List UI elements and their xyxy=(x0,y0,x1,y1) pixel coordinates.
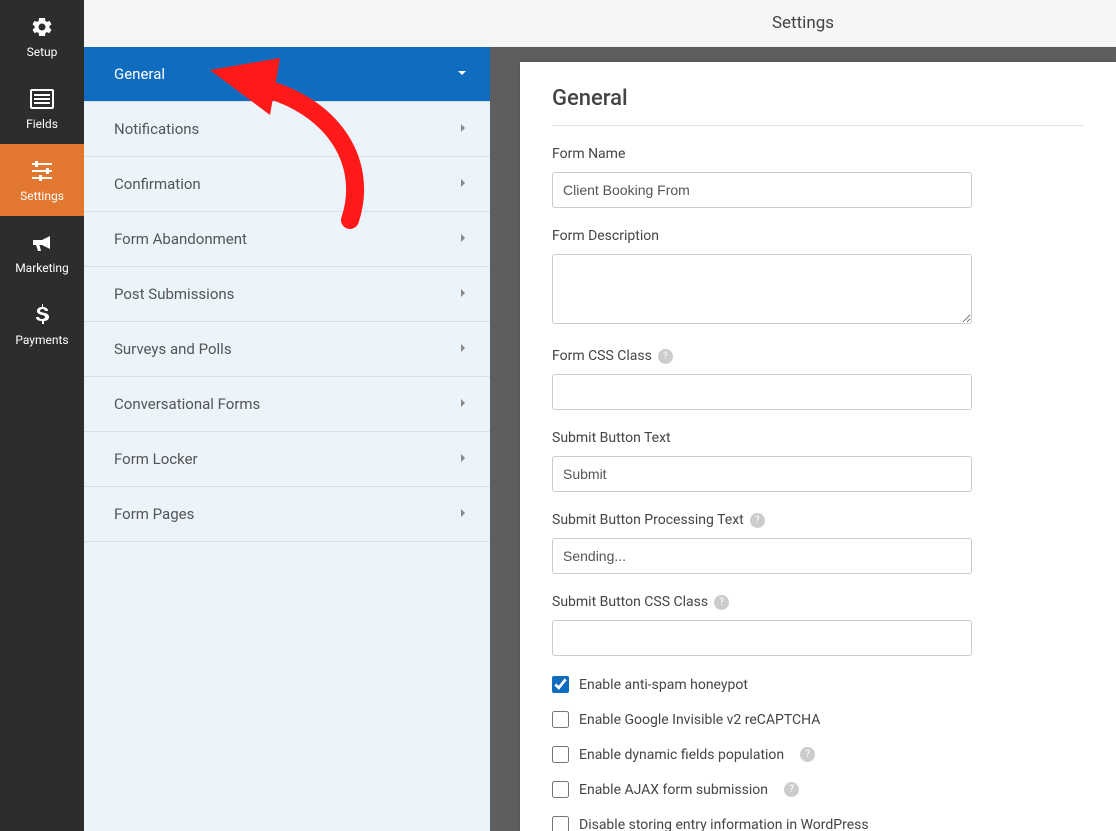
chevron-right-icon xyxy=(458,175,468,193)
check-anti-spam: Enable anti-spam honeypot xyxy=(552,676,1084,693)
check-recaptcha: Enable Google Invisible v2 reCAPTCHA xyxy=(552,711,1084,728)
check-label: Enable dynamic fields population xyxy=(579,747,784,763)
check-dynamic-fields-checkbox[interactable] xyxy=(552,746,569,763)
right-body: General Form Name Form Description Form … xyxy=(490,47,1116,831)
help-icon[interactable]: ? xyxy=(800,747,815,762)
panel-title: General xyxy=(552,86,1084,126)
header: Settings xyxy=(490,0,1116,47)
submit-button-processing-input[interactable] xyxy=(552,538,972,574)
general-panel: General Form Name Form Description Form … xyxy=(520,62,1116,831)
submit-button-text-group: Submit Button Text xyxy=(552,430,1084,492)
chevron-down-icon xyxy=(456,65,468,83)
iconbar-label: Payments xyxy=(15,333,68,347)
settings-item-notifications[interactable]: Notifications xyxy=(84,102,490,157)
settings-item-label: Confirmation xyxy=(114,175,201,193)
submit-button-processing-label: Submit Button Processing Text? xyxy=(552,512,1084,528)
sliders-icon xyxy=(30,157,54,185)
iconbar-setup[interactable]: Setup xyxy=(0,0,84,72)
form-name-group: Form Name xyxy=(552,146,1084,208)
form-css-class-group: Form CSS Class? xyxy=(552,348,1084,410)
chevron-right-icon xyxy=(458,340,468,358)
settings-item-confirmation[interactable]: Confirmation xyxy=(84,157,490,212)
submit-button-css-group: Submit Button CSS Class? xyxy=(552,594,1084,656)
check-disable-storing-checkbox[interactable] xyxy=(552,816,569,831)
app-root: Setup Fields Settings Marketing Payments xyxy=(0,0,1116,831)
check-anti-spam-checkbox[interactable] xyxy=(552,676,569,693)
chevron-right-icon xyxy=(458,120,468,138)
settings-item-label: Post Submissions xyxy=(114,285,234,303)
iconbar-settings[interactable]: Settings xyxy=(0,144,84,216)
settings-item-form-abandonment[interactable]: Form Abandonment xyxy=(84,212,490,267)
checklist: Enable anti-spam honeypot Enable Google … xyxy=(552,676,1084,831)
iconbar-marketing[interactable]: Marketing xyxy=(0,216,84,288)
settings-item-label: Surveys and Polls xyxy=(114,340,232,358)
check-label: Enable anti-spam honeypot xyxy=(579,677,748,693)
settings-item-label: Conversational Forms xyxy=(114,395,260,413)
settings-item-form-locker[interactable]: Form Locker xyxy=(84,432,490,487)
bullhorn-icon xyxy=(30,229,54,257)
dollar-icon xyxy=(34,301,50,329)
help-icon[interactable]: ? xyxy=(714,595,729,610)
form-name-label: Form Name xyxy=(552,146,1084,162)
settings-item-form-pages[interactable]: Form Pages xyxy=(84,487,490,542)
submit-button-text-input[interactable] xyxy=(552,456,972,492)
settings-item-label: Notifications xyxy=(114,120,199,138)
check-ajax: Enable AJAX form submission ? xyxy=(552,781,1084,798)
check-label: Enable AJAX form submission xyxy=(579,782,768,798)
form-description-group: Form Description xyxy=(552,228,1084,328)
iconbar-fields[interactable]: Fields xyxy=(0,72,84,144)
chevron-right-icon xyxy=(458,450,468,468)
help-icon[interactable]: ? xyxy=(784,782,799,797)
iconbar-label: Settings xyxy=(20,189,64,203)
chevron-right-icon xyxy=(458,395,468,413)
form-css-class-label: Form CSS Class? xyxy=(552,348,1084,364)
middle-pad xyxy=(84,0,490,47)
submit-button-text-label: Submit Button Text xyxy=(552,430,1084,446)
form-description-label: Form Description xyxy=(552,228,1084,244)
header-title: Settings xyxy=(772,13,834,33)
settings-item-label: General xyxy=(114,65,165,83)
check-recaptcha-checkbox[interactable] xyxy=(552,711,569,728)
form-name-input[interactable] xyxy=(552,172,972,208)
settings-item-label: Form Pages xyxy=(114,505,194,523)
submit-button-css-input[interactable] xyxy=(552,620,972,656)
settings-item-post-submissions[interactable]: Post Submissions xyxy=(84,267,490,322)
help-icon[interactable]: ? xyxy=(658,349,673,364)
iconbar-label: Setup xyxy=(27,45,58,59)
form-css-class-input[interactable] xyxy=(552,374,972,410)
chevron-right-icon xyxy=(458,285,468,303)
iconbar-label: Marketing xyxy=(15,261,69,275)
settings-item-conversational-forms[interactable]: Conversational Forms xyxy=(84,377,490,432)
right-area: Settings General Form Name Form Descript… xyxy=(490,0,1116,831)
check-ajax-checkbox[interactable] xyxy=(552,781,569,798)
list-icon xyxy=(30,85,54,113)
iconbar-label: Fields xyxy=(26,117,58,131)
help-icon[interactable]: ? xyxy=(750,513,765,528)
chevron-right-icon xyxy=(458,505,468,523)
check-label: Disable storing entry information in Wor… xyxy=(579,817,869,831)
check-dynamic-fields: Enable dynamic fields population ? xyxy=(552,746,1084,763)
form-description-input[interactable] xyxy=(552,254,972,324)
settings-menu: General Notifications Confirmation Form … xyxy=(84,0,490,831)
iconbar-payments[interactable]: Payments xyxy=(0,288,84,360)
iconbar: Setup Fields Settings Marketing Payments xyxy=(0,0,84,831)
settings-item-general[interactable]: General xyxy=(84,47,490,102)
check-label: Enable Google Invisible v2 reCAPTCHA xyxy=(579,712,820,728)
settings-item-surveys-and-polls[interactable]: Surveys and Polls xyxy=(84,322,490,377)
submit-button-processing-group: Submit Button Processing Text? xyxy=(552,512,1084,574)
chevron-right-icon xyxy=(458,230,468,248)
submit-button-css-label: Submit Button CSS Class? xyxy=(552,594,1084,610)
check-disable-storing: Disable storing entry information in Wor… xyxy=(552,816,1084,831)
settings-item-label: Form Abandonment xyxy=(114,230,247,248)
settings-item-label: Form Locker xyxy=(114,450,198,468)
gear-icon xyxy=(30,13,54,41)
